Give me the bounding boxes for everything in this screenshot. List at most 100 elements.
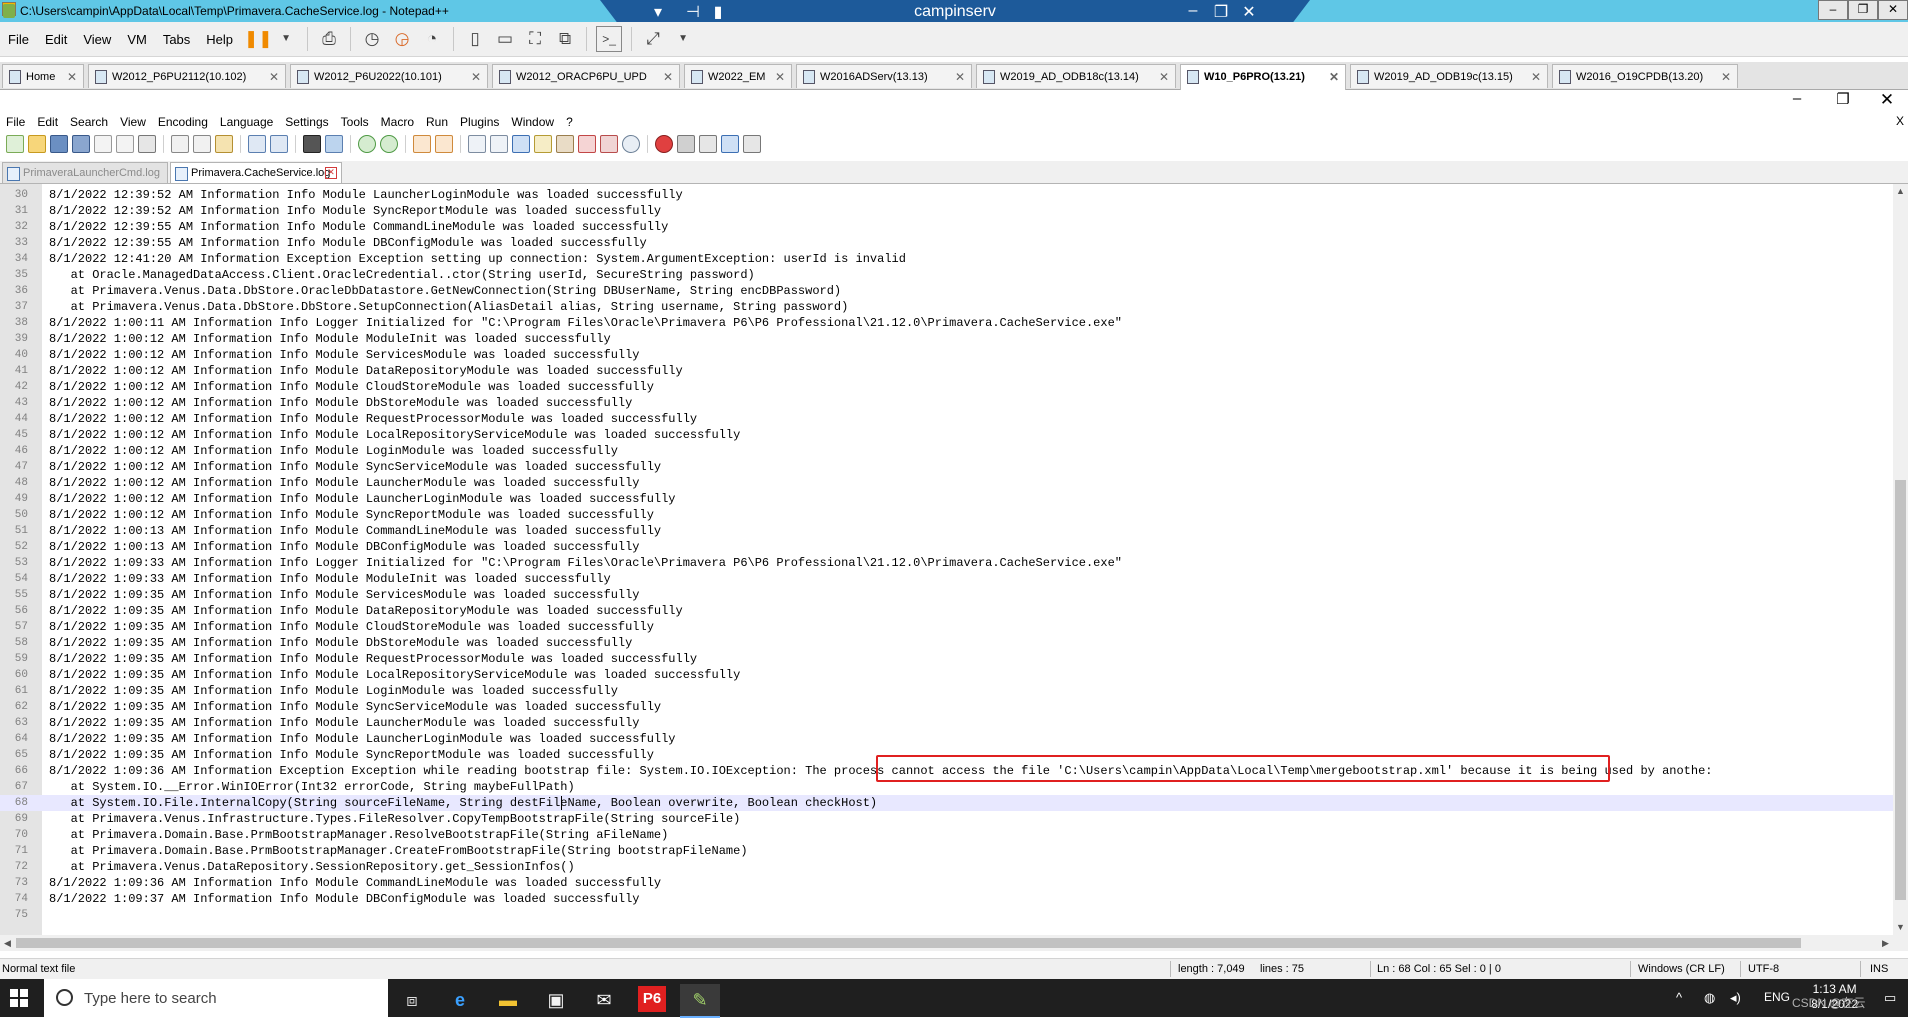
print-icon[interactable] — [138, 135, 156, 153]
language-indicator[interactable]: ENG — [1764, 990, 1790, 1004]
vm-tab[interactable]: W2019_AD_ODB18c(13.14) ✕ — [976, 64, 1176, 88]
pin-icon[interactable]: ⊣ — [680, 2, 706, 22]
editor-line[interactable]: 54 8/1/2022 1:09:33 AM Information Info M… — [0, 571, 1893, 587]
undo-icon[interactable] — [248, 135, 266, 153]
vm-tab[interactable]: W2019_AD_ODB19c(13.15) ✕ — [1350, 64, 1548, 88]
paste-icon[interactable] — [215, 135, 233, 153]
open-file-icon[interactable] — [28, 135, 46, 153]
zoom-in-icon[interactable] — [358, 135, 376, 153]
editor-line[interactable]: 59 8/1/2022 1:09:35 AM Information Info M… — [0, 651, 1893, 667]
word-wrap-icon[interactable] — [468, 135, 486, 153]
editor-line[interactable]: 55 8/1/2022 1:09:35 AM Information Info M… — [0, 587, 1893, 603]
mail-icon[interactable]: ✉ — [584, 984, 624, 1016]
menu-search[interactable]: Search — [64, 115, 114, 129]
editor-line[interactable]: 32 8/1/2022 12:39:55 AM Information Info … — [0, 219, 1893, 235]
close-document-icon[interactable]: X — [1896, 114, 1904, 128]
indent-guide-icon[interactable] — [512, 135, 530, 153]
playback-macro-icon[interactable] — [699, 135, 717, 153]
console-view-icon[interactable]: >_ — [596, 26, 623, 52]
editor-line[interactable]: 68 at System.IO.File.InternalCopy(String… — [0, 795, 1893, 811]
restore-icon[interactable]: ❐ — [1820, 90, 1866, 108]
editor-line[interactable]: 38 8/1/2022 1:00:11 AM Information Info L… — [0, 315, 1893, 331]
menu-plugins[interactable]: Plugins — [454, 115, 505, 129]
editor-line[interactable]: 39 8/1/2022 1:00:12 AM Information Info M… — [0, 331, 1893, 347]
vertical-scrollbar-thumb[interactable] — [1895, 480, 1906, 900]
menu-settings[interactable]: Settings — [279, 115, 334, 129]
close-all-icon[interactable] — [116, 135, 134, 153]
status-encoding[interactable]: UTF-8 — [1748, 963, 1779, 975]
chevron-down-icon[interactable]: ▼ — [274, 27, 298, 51]
editor-line[interactable]: 46 8/1/2022 1:00:12 AM Information Info M… — [0, 443, 1893, 459]
horizontal-scrollbar-thumb[interactable] — [16, 938, 1801, 948]
menu-window[interactable]: Window — [505, 115, 560, 129]
minimize-icon[interactable]: – — [1818, 0, 1848, 20]
text-editor[interactable]: 30 8/1/2022 12:39:52 AM Information Info … — [0, 184, 1893, 935]
cut-icon[interactable] — [171, 135, 189, 153]
close-icon[interactable]: ✕ — [955, 65, 965, 88]
store-icon[interactable]: ▣ — [536, 984, 576, 1016]
editor-line[interactable]: 42 8/1/2022 1:00:12 AM Information Info M… — [0, 379, 1893, 395]
editor-line[interactable]: 30 8/1/2022 12:39:52 AM Information Info … — [0, 187, 1893, 203]
monitoring-icon[interactable] — [622, 135, 640, 153]
status-insert-mode[interactable]: INS — [1870, 963, 1888, 975]
menu-run[interactable]: Run — [420, 115, 454, 129]
vm-tab[interactable]: W2016_O19CPDB(13.20) ✕ — [1552, 64, 1738, 88]
menu-view[interactable]: View — [75, 32, 119, 47]
editor-line[interactable]: 74 8/1/2022 1:09:37 AM Information Info M… — [0, 891, 1893, 907]
snapshot-icon[interactable]: ◷ — [360, 27, 384, 51]
save-all-icon[interactable] — [72, 135, 90, 153]
file-explorer-icon[interactable]: ▬ — [488, 984, 528, 1016]
restore-icon[interactable]: ❐ — [1208, 2, 1234, 22]
windows-start-icon[interactable] — [10, 989, 28, 1007]
save-icon[interactable] — [50, 135, 68, 153]
copy-icon[interactable] — [193, 135, 211, 153]
editor-line[interactable]: 48 8/1/2022 1:00:12 AM Information Info M… — [0, 475, 1893, 491]
pause-icon[interactable]: ❚❚ — [244, 27, 273, 51]
close-icon[interactable]: ✕ — [1878, 0, 1908, 20]
close-icon[interactable]: ✕ — [1531, 65, 1541, 88]
menu-file[interactable]: File — [0, 115, 31, 129]
menu-view[interactable]: View — [114, 115, 152, 129]
editor-line[interactable]: 53 8/1/2022 1:09:33 AM Information Info L… — [0, 555, 1893, 571]
save-macro-icon[interactable] — [743, 135, 761, 153]
editor-line[interactable]: 50 8/1/2022 1:00:12 AM Information Info M… — [0, 507, 1893, 523]
chevron-down-icon[interactable]: ▼ — [671, 27, 695, 51]
close-file-icon[interactable] — [94, 135, 112, 153]
editor-line[interactable]: 63 8/1/2022 1:09:35 AM Information Info M… — [0, 715, 1893, 731]
editor-line[interactable]: 52 8/1/2022 1:00:13 AM Information Info M… — [0, 539, 1893, 555]
folder-workspace-icon[interactable] — [600, 135, 618, 153]
editor-line[interactable]: 35 at Oracle.ManagedDataAccess.Client.Or… — [0, 267, 1893, 283]
editor-line[interactable]: 37 at Primavera.Venus.Data.DbStore.DbSto… — [0, 299, 1893, 315]
show-all-characters-icon[interactable] — [490, 135, 508, 153]
stop-recording-icon[interactable] — [677, 135, 695, 153]
close-icon[interactable]: ✕ — [775, 65, 785, 88]
editor-line[interactable]: 51 8/1/2022 1:00:13 AM Information Info M… — [0, 523, 1893, 539]
status-eol[interactable]: Windows (CR LF) — [1638, 963, 1725, 975]
network-icon[interactable]: ◍ — [1704, 990, 1715, 1006]
edge-icon[interactable]: e — [440, 984, 480, 1016]
horizontal-scrollbar[interactable]: ◀ ▶ — [0, 935, 1908, 951]
editor-line[interactable]: 72 at Primavera.Venus.DataRepository.Ses… — [0, 859, 1893, 875]
editor-line[interactable]: 41 8/1/2022 1:00:12 AM Information Info M… — [0, 363, 1893, 379]
scroll-right-icon[interactable]: ▶ — [1882, 938, 1889, 949]
vm-tab-home[interactable]: Home ✕ — [2, 64, 84, 88]
send-ctrl-alt-del-icon[interactable]: ⎙ — [317, 27, 341, 51]
run-macro-multiple-icon[interactable] — [721, 135, 739, 153]
menu-help[interactable]: ? — [560, 115, 579, 129]
close-icon[interactable]: ✕ — [663, 65, 673, 88]
minimize-icon[interactable]: – — [1774, 90, 1820, 107]
new-file-icon[interactable] — [6, 135, 24, 153]
menu-macro[interactable]: Macro — [375, 115, 420, 129]
editor-line[interactable]: 31 8/1/2022 12:39:52 AM Information Info … — [0, 203, 1893, 219]
vm-tab-active[interactable]: W10_P6PRO(13.21) ✕ — [1180, 64, 1346, 90]
thumbnail-icon[interactable]: ▭ — [493, 27, 517, 51]
editor-line[interactable]: 36 at Primavera.Venus.Data.DbStore.Oracl… — [0, 283, 1893, 299]
editor-line[interactable]: 61 8/1/2022 1:09:35 AM Information Info M… — [0, 683, 1893, 699]
close-icon[interactable]: ✕ — [1236, 2, 1262, 22]
menu-encoding[interactable]: Encoding — [152, 115, 214, 129]
stretch-guest-icon[interactable]: ⤢ — [641, 27, 665, 51]
editor-line[interactable]: 40 8/1/2022 1:00:12 AM Information Info M… — [0, 347, 1893, 363]
snapshot-manager-icon[interactable]: ◔ — [420, 27, 444, 51]
task-view-icon[interactable]: ⧈ — [392, 984, 432, 1016]
editor-line[interactable]: 45 8/1/2022 1:00:12 AM Information Info M… — [0, 427, 1893, 443]
